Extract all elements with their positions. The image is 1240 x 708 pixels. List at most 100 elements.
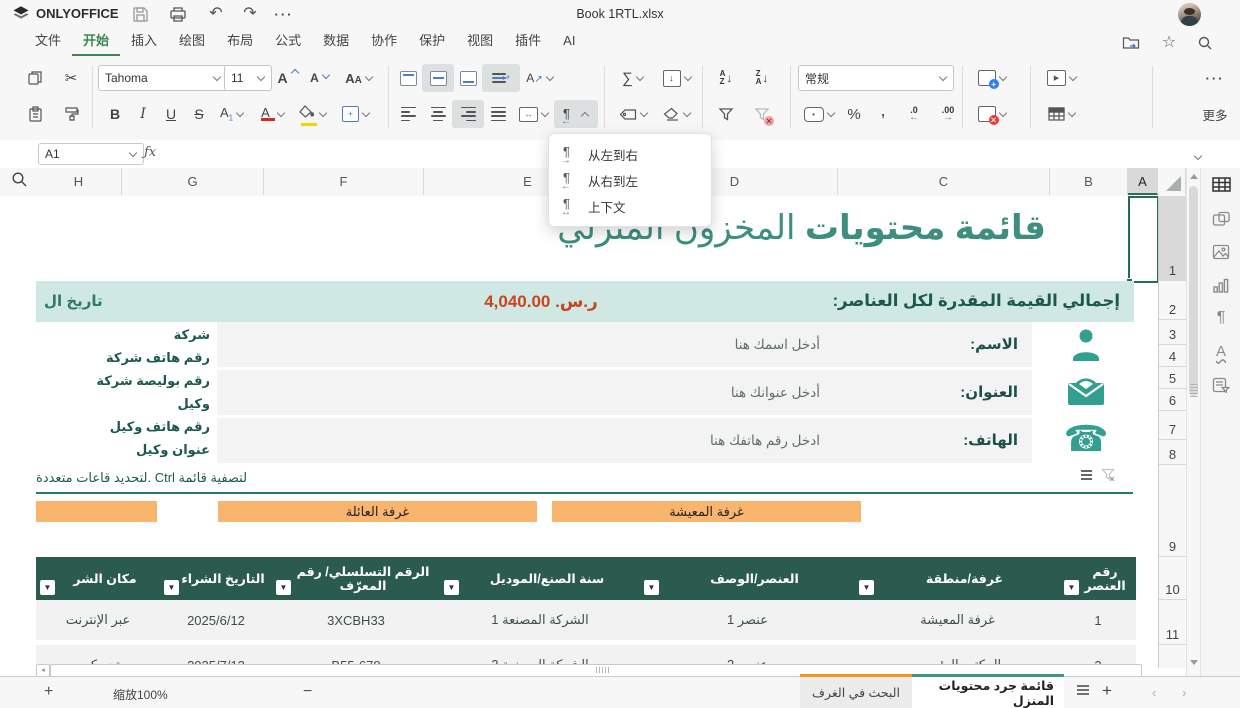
- comma-style-button[interactable]: ,: [868, 100, 898, 128]
- summation-button[interactable]: ∑: [612, 64, 654, 92]
- number-format-select[interactable]: 常规: [798, 65, 954, 91]
- menu-item-left-to-right[interactable]: ¶→ 从左到右: [549, 141, 711, 167]
- increase-font-button[interactable]: A: [272, 64, 304, 92]
- align-top-button[interactable]: [392, 64, 424, 92]
- image-settings-button[interactable]: [1210, 241, 1232, 263]
- italic-button[interactable]: I: [128, 100, 158, 128]
- toolbar-more-label-button[interactable]: 更多: [1192, 100, 1238, 128]
- orientation-button[interactable]: A↗: [518, 64, 562, 92]
- delete-cells-button[interactable]: ✕: [968, 100, 1016, 128]
- formula-bar-expand-button[interactable]: [1192, 150, 1202, 164]
- open-file-location-button[interactable]: [1118, 31, 1144, 55]
- format-as-table-button[interactable]: [1038, 100, 1086, 128]
- favorite-button[interactable]: ☆: [1156, 31, 1182, 55]
- format-painter-button[interactable]: [54, 100, 88, 128]
- named-ranges-button[interactable]: [612, 100, 654, 128]
- tab-ai[interactable]: AI: [552, 28, 586, 54]
- address-field-row[interactable]: العنوان: أدخل عنوانك هنا: [217, 370, 1032, 415]
- copy-button[interactable]: [18, 64, 52, 92]
- row-header-10[interactable]: 10: [1159, 557, 1186, 600]
- filter-dropdown-button[interactable]: ▼: [276, 580, 291, 595]
- column-header-b[interactable]: B: [1050, 168, 1128, 195]
- percent-style-button[interactable]: %: [838, 100, 870, 128]
- clear-filter-button[interactable]: ✕: [744, 100, 780, 128]
- sort-descending-button[interactable]: ZA↓: [744, 64, 780, 92]
- row-header-4[interactable]: 4: [1159, 345, 1186, 367]
- wrap-text-button[interactable]: ↩: [482, 64, 520, 92]
- company-label[interactable]: شركة: [36, 327, 210, 343]
- paste-button[interactable]: [18, 100, 52, 128]
- sheet-tab-inventory-list[interactable]: قائمة جرد محتويات المنزل: [912, 674, 1064, 708]
- zoom-in-button[interactable]: +: [44, 683, 53, 701]
- underline-button[interactable]: U: [156, 100, 186, 128]
- menu-search-button[interactable]: [1192, 31, 1218, 55]
- tab-draw[interactable]: 绘图: [168, 28, 216, 54]
- tab-protection[interactable]: 保护: [408, 28, 456, 54]
- font-color-button[interactable]: A: [250, 100, 292, 128]
- row-header-2[interactable]: 2: [1159, 281, 1186, 320]
- vscroll-up-icon[interactable]: [1190, 174, 1198, 179]
- total-value-banner[interactable]: إجمالي القيمة المقدرة لكل العناصر: ر.س. …: [36, 281, 1134, 322]
- align-middle-button[interactable]: [422, 64, 454, 92]
- tab-data[interactable]: 数据: [312, 28, 360, 54]
- agent-label[interactable]: وكيل: [36, 396, 210, 412]
- sort-ascending-button[interactable]: AZ↓: [708, 64, 744, 92]
- column-header-f[interactable]: F: [264, 168, 424, 195]
- sheet-tab-room-search[interactable]: البحث في الغرف: [800, 674, 912, 708]
- toolbar-more-button[interactable]: ···: [1192, 64, 1238, 92]
- filter-dropdown-button[interactable]: ▼: [164, 580, 179, 595]
- fill-color-button[interactable]: [290, 100, 334, 128]
- menu-item-context[interactable]: ¶↔ 上下文: [549, 193, 711, 219]
- user-avatar[interactable]: [1178, 3, 1201, 26]
- cell-settings-button[interactable]: [1210, 173, 1232, 195]
- insert-cells-button[interactable]: +: [968, 64, 1016, 92]
- row-header-11[interactable]: 11: [1159, 600, 1186, 645]
- tab-plugins[interactable]: 插件: [504, 28, 552, 54]
- tab-insert[interactable]: 插入: [120, 28, 168, 54]
- tab-collaboration[interactable]: 协作: [360, 28, 408, 54]
- select-all-corner[interactable]: [1158, 168, 1186, 195]
- row-header-7[interactable]: 7: [1159, 411, 1186, 440]
- phone-field-row[interactable]: الهاتف: ادخل رقم هاتفك هنا: [217, 418, 1032, 463]
- agent-address-label[interactable]: عنوان وكيل: [36, 442, 210, 458]
- change-case-button[interactable]: AA: [336, 64, 382, 92]
- worksheet-grid[interactable]: قائمة محتويات المخزون المنزلي إجمالي الق…: [0, 196, 1158, 676]
- column-header-c[interactable]: C: [838, 168, 1050, 195]
- tab-file[interactable]: 文件: [24, 28, 72, 54]
- row-header-9[interactable]: 9: [1159, 465, 1186, 557]
- tab-home[interactable]: 开始: [72, 28, 120, 56]
- clear-button[interactable]: [654, 100, 700, 128]
- row-header-1[interactable]: 1: [1159, 196, 1186, 281]
- slicer-list-icon[interactable]: [1080, 469, 1093, 481]
- filter-dropdown-button[interactable]: ▼: [40, 580, 55, 595]
- sheet-next-icon[interactable]: ›: [1182, 685, 1186, 700]
- bold-button[interactable]: B: [100, 100, 130, 128]
- slicer-settings-button[interactable]: [1210, 374, 1232, 396]
- chart-settings-button[interactable]: [1210, 274, 1232, 296]
- filter-dropdown-button[interactable]: ▼: [644, 580, 659, 595]
- accounting-style-button[interactable]: •: [798, 100, 840, 128]
- decrease-font-button[interactable]: A: [304, 64, 336, 92]
- text-direction-button[interactable]: ¶←: [554, 100, 598, 128]
- add-sheet-button[interactable]: +: [1102, 681, 1112, 701]
- paragraph-settings-button[interactable]: ¶: [1210, 307, 1232, 329]
- row-header-5[interactable]: 5: [1159, 367, 1186, 389]
- policy-number-label[interactable]: رقم بوليصة شركة: [36, 373, 210, 389]
- textart-settings-button[interactable]: A: [1210, 340, 1232, 362]
- save-button[interactable]: [126, 2, 154, 26]
- column-header-a[interactable]: A: [1128, 168, 1158, 195]
- redo-button[interactable]: ↷: [236, 2, 264, 26]
- tab-view[interactable]: 视图: [456, 28, 504, 54]
- macros-button[interactable]: ▶: [1038, 64, 1086, 92]
- filter-dropdown-button[interactable]: ▼: [859, 580, 874, 595]
- font-name-select[interactable]: Tahoma: [98, 65, 228, 91]
- vertical-scrollbar[interactable]: [1186, 168, 1200, 676]
- agent-phone-label[interactable]: رقم هاتف وكيل: [36, 419, 210, 435]
- shape-settings-button[interactable]: [1210, 208, 1232, 230]
- slicer-partial[interactable]: [36, 501, 157, 522]
- fx-icon[interactable]: ƒx: [144, 145, 156, 160]
- align-center-button[interactable]: [422, 100, 454, 128]
- find-button[interactable]: [8, 168, 30, 190]
- borders-button[interactable]: +: [334, 100, 378, 128]
- column-header-h[interactable]: H: [36, 168, 122, 195]
